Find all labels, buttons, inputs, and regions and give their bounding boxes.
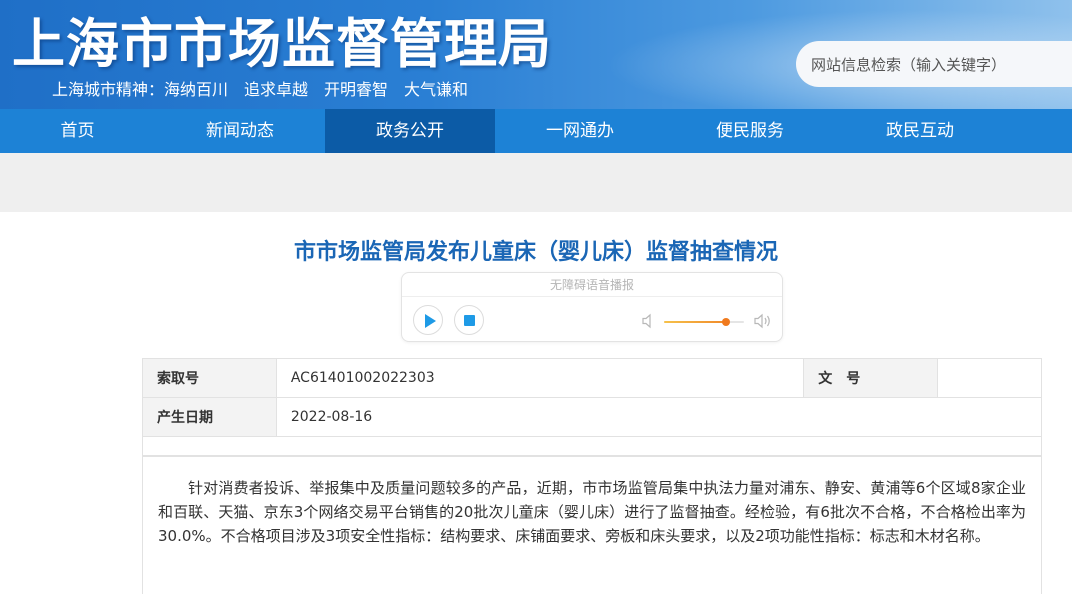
index-number-label: 索取号 [142,358,277,398]
article-title: 市市场监管局发布儿童床（婴儿床）监督抽查情况 [293,240,778,265]
player-label: 无障碍语音播报 [402,273,782,297]
article-paragraph: 针对消费者投诉、举报集中及质量问题较多的产品，近期，市市场监管局集中执法力量对浦… [158,479,1026,545]
table-row: 索取号 AC61401002022303 文 号 [142,358,1042,398]
nav-item-home[interactable]: 首页 [0,109,155,153]
table-row: 产生日期 2022-08-16 [142,397,1043,437]
nav-item-news[interactable]: 新闻动态 [155,109,325,153]
nav-item-services[interactable]: 便民服务 [665,109,835,153]
site-title[interactable]: 上海市市场监督管理局 [12,2,552,78]
stop-button[interactable] [454,305,484,335]
doc-number-label: 文 号 [803,358,939,398]
volume-low-icon[interactable] [642,313,656,329]
audio-player: 无障碍语音播报 [401,272,783,342]
site-slogan: 上海城市精神：海纳百川 追求卓越 开明睿智 大气谦和 [52,80,469,99]
search-input[interactable]: 网站信息检索（输入关键字） [796,41,1072,87]
table-row [142,436,1042,457]
breadcrumb-area [0,153,1072,212]
index-number-value: AC61401002022303 [275,358,805,398]
volume-high-icon[interactable] [754,313,774,329]
article-content: 针对消费者投诉、举报集中及质量问题较多的产品，近期，市市场监管局集中执法力量对浦… [142,455,1042,594]
table-spacer [142,436,1042,457]
volume-slider[interactable] [664,318,744,326]
nav-item-one-stop[interactable]: 一网通办 [495,109,665,153]
date-label: 产生日期 [142,397,277,437]
date-value: 2022-08-16 [275,397,1043,437]
main-nav: 首页 新闻动态 政务公开 一网通办 便民服务 政民互动 专 [0,109,1072,153]
volume-fill [664,321,727,323]
document-info-table: 索取号 AC61401002022303 文 号 产生日期 2022-08-16 [142,358,1043,457]
nav-item-special[interactable]: 专 [1005,109,1072,153]
volume-knob[interactable] [722,318,731,326]
nav-item-gov-affairs[interactable]: 政务公开 [325,109,495,153]
doc-number-value [937,358,1042,398]
play-button[interactable] [413,305,443,335]
nav-item-interaction[interactable]: 政民互动 [835,109,1005,153]
